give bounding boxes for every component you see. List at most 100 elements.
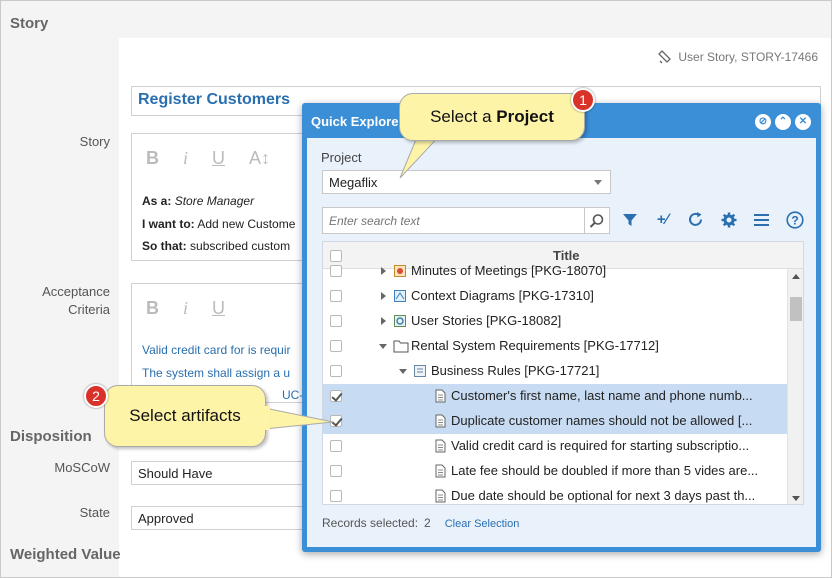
dialog-window-buttons: ⊘ ⌃ ✕	[755, 114, 811, 130]
collapsed-chevron-icon[interactable]	[381, 317, 386, 325]
state-label: State	[79, 505, 110, 520]
add-remove-icon[interactable]: +∕	[653, 210, 672, 229]
document-icon	[433, 489, 447, 503]
document-icon	[433, 414, 447, 428]
tree-row-label: Business Rules [PKG-17721]	[431, 363, 600, 378]
package-rules-icon	[413, 364, 427, 378]
artifact-grid: Title Minutes of Meetings [PKG-18070] Con…	[322, 241, 804, 505]
filter-icon[interactable]	[620, 210, 639, 229]
scroll-up-icon[interactable]	[792, 274, 800, 279]
row-checkbox[interactable]	[330, 465, 342, 477]
row-checkbox[interactable]	[330, 365, 342, 377]
tree-row-label: Customer's first name, last name and pho…	[451, 388, 753, 403]
row-checkbox[interactable]	[330, 265, 342, 277]
section-story-title: Story	[10, 15, 49, 32]
section-disposition-title: Disposition	[10, 428, 92, 445]
expanded-chevron-icon[interactable]	[379, 344, 387, 349]
step-1-badge: 1	[571, 88, 595, 112]
callout-2-pointer-cover	[258, 406, 270, 430]
tree-row[interactable]: Late fee should be doubled if more than …	[323, 459, 803, 484]
folder-icon	[393, 339, 409, 353]
callout-1-emphasis: Project	[496, 107, 554, 126]
expanded-chevron-icon[interactable]	[399, 369, 407, 374]
pin-icon[interactable]: ⊘	[755, 114, 771, 130]
tree-row[interactable]: Rental System Requirements [PKG-17712]	[323, 334, 803, 359]
callout-1-pointer-cover	[418, 130, 440, 140]
records-selected: Records selected: 2 Clear Selection	[322, 516, 519, 530]
acceptance-line-1: Valid credit card for is requir	[142, 343, 291, 357]
grid-scrollbar[interactable]	[787, 269, 803, 504]
gear-icon[interactable]	[719, 210, 738, 229]
tree-row[interactable]: Due date should be optional for next 3 d…	[323, 484, 803, 504]
row-checkbox[interactable]	[330, 490, 342, 502]
project-select-value: Megaflix	[329, 175, 378, 190]
i-want-label: I want to:	[142, 217, 195, 231]
moscow-label: MoSCoW	[54, 460, 110, 475]
italic-button[interactable]: i	[183, 148, 188, 169]
underline-button[interactable]: U	[212, 298, 225, 319]
tree-row[interactable]: Valid credit card is required for starti…	[323, 434, 803, 459]
row-checkbox[interactable]	[330, 290, 342, 302]
tree-row[interactable]: Minutes of Meetings [PKG-18070]	[323, 259, 803, 284]
as-a-line: As a: Store Manager	[142, 194, 254, 208]
tree-row-label: User Stories [PKG-18082]	[411, 313, 562, 328]
bold-button[interactable]: B	[146, 148, 159, 169]
chevron-down-icon	[594, 180, 602, 185]
tree-row-label: Due date should be optional for next 3 d…	[451, 488, 756, 503]
italic-button[interactable]: i	[183, 298, 188, 319]
tree-row-label: Valid credit card is required for starti…	[451, 438, 750, 453]
scroll-down-icon[interactable]	[792, 496, 800, 501]
close-icon[interactable]: ✕	[795, 114, 811, 130]
quick-explorer-dialog: Quick Explorer ⊘ ⌃ ✕ Project Megaflix +∕…	[302, 103, 821, 552]
so-that-value: subscribed custom	[190, 239, 291, 253]
state-select[interactable]: Approved	[131, 506, 311, 530]
font-size-button[interactable]: A↕	[249, 148, 270, 169]
i-want-line: I want to: Add new Custome	[142, 217, 295, 231]
row-checkbox[interactable]	[330, 340, 342, 352]
as-a-label: As a:	[142, 194, 172, 208]
bold-button[interactable]: B	[146, 298, 159, 319]
package-meetings-icon	[393, 264, 407, 278]
document-icon	[433, 389, 447, 403]
tree-row[interactable]: User Stories [PKG-18082]	[323, 309, 803, 334]
acceptance-label-line2: Criteria	[68, 302, 110, 317]
row-checkbox[interactable]	[330, 440, 342, 452]
underline-button[interactable]: U	[212, 148, 225, 169]
refresh-icon[interactable]	[686, 210, 705, 229]
collapsed-chevron-icon[interactable]	[381, 292, 386, 300]
tree-row[interactable]: Context Diagrams [PKG-17310]	[323, 284, 803, 309]
project-label: Project	[321, 150, 362, 165]
tree-row[interactable]: Duplicate customer names should not be a…	[323, 409, 803, 434]
tree-row-label: Context Diagrams [PKG-17310]	[411, 288, 594, 303]
records-selected-count: 2	[424, 516, 431, 530]
tree-row[interactable]: Customer's first name, last name and pho…	[323, 384, 803, 409]
row-checkbox[interactable]	[330, 315, 342, 327]
quick-explorer-body: Project Megaflix +∕ ? Title Minutes of M…	[307, 138, 816, 547]
tree-row[interactable]: Business Rules [PKG-17721]	[323, 359, 803, 384]
step-2-badge: 2	[84, 384, 108, 408]
moscow-select[interactable]: Should Have	[131, 461, 311, 485]
as-a-value: Store Manager	[174, 194, 255, 208]
so-that-label: So that:	[142, 239, 187, 253]
i-want-value: Add new Custome	[197, 217, 296, 231]
search-box	[322, 207, 610, 234]
acceptance-line-2: The system shall assign a u	[142, 366, 291, 380]
scroll-thumb[interactable]	[790, 297, 802, 321]
package-stories-icon	[393, 314, 407, 328]
menu-icon[interactable]	[752, 210, 771, 229]
clear-selection-link[interactable]: Clear Selection	[445, 518, 520, 530]
tree-row-label: Duplicate customer names should not be a…	[451, 413, 753, 428]
acceptance-label-line1: Acceptance	[42, 284, 110, 299]
acceptance-label: Acceptance Criteria	[0, 283, 110, 319]
search-input[interactable]	[323, 208, 578, 233]
tree-row-label: Late fee should be doubled if more than …	[451, 463, 759, 478]
package-diagram-icon	[393, 289, 407, 303]
section-weighted-value-title: Weighted Value	[10, 546, 121, 563]
records-selected-label: Records selected:	[322, 516, 419, 530]
search-icon[interactable]	[584, 208, 609, 233]
user-story-icon	[658, 50, 672, 64]
collapsed-chevron-icon[interactable]	[381, 267, 386, 275]
collapse-icon[interactable]: ⌃	[775, 114, 791, 130]
help-icon[interactable]: ?	[785, 210, 804, 229]
document-icon	[433, 439, 447, 453]
